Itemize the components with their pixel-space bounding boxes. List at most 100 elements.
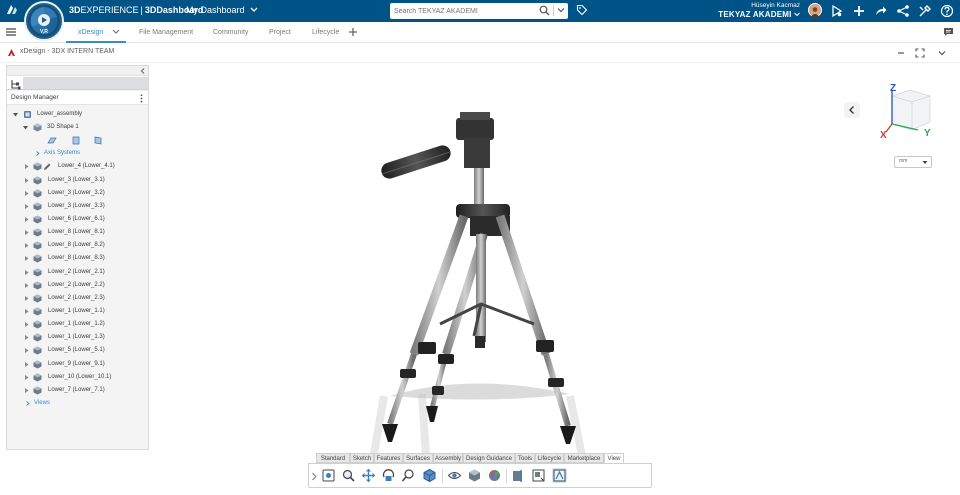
view-cube-icon[interactable]: [422, 468, 437, 483]
tree-row-part[interactable]: Lower_1 (Lower_1.3): [7, 331, 148, 344]
chevron-right-icon[interactable]: [25, 401, 30, 406]
action-tab-lifecycle[interactable]: Lifecycle: [535, 453, 564, 463]
render-style-icon[interactable]: [467, 468, 482, 483]
plus-icon[interactable]: [852, 4, 866, 18]
tab-community[interactable]: Community: [213, 22, 248, 43]
tree-row-part[interactable]: Lower_3 (Lower_3.3): [7, 200, 148, 213]
ds-logo-icon[interactable]: [4, 2, 22, 20]
expand-toggle-icon[interactable]: [24, 177, 29, 183]
tree-row-part[interactable]: Lower_8 (Lower_8.1): [7, 226, 148, 239]
action-tab-standard[interactable]: Standard: [316, 453, 350, 463]
expand-toggle-icon[interactable]: [24, 243, 29, 249]
add-tab-icon[interactable]: [348, 27, 358, 37]
compass-view-icon[interactable]: [552, 468, 567, 483]
expand-toggle-icon[interactable]: [24, 335, 29, 341]
rotate-icon[interactable]: [381, 468, 396, 483]
action-tab-surfaces[interactable]: Surfaces: [403, 453, 433, 463]
tree-row-part[interactable]: Lower_2 (Lower_2.1): [7, 266, 148, 279]
expand-toggle-icon[interactable]: [24, 256, 29, 262]
action-tab-view[interactable]: View: [604, 453, 624, 463]
avatar[interactable]: [808, 3, 822, 17]
action-tab-design-guidance[interactable]: Design Guidance: [463, 453, 515, 463]
fit-all-icon[interactable]: [321, 468, 336, 483]
tree-tab[interactable]: [9, 77, 23, 90]
search-icon[interactable]: [539, 5, 550, 16]
expand-toggle-icon[interactable]: [24, 203, 29, 209]
tree-row-part[interactable]: Lower_1 (Lower_1.2): [7, 318, 148, 331]
expand-toggle-icon[interactable]: [24, 216, 29, 222]
fullscreen-icon[interactable]: [915, 48, 925, 58]
tree-row-part[interactable]: Lower_8 (Lower_8.3): [7, 252, 148, 265]
user-info[interactable]: Hüseyin Kacmaz TEKYAZ AKADEMI: [718, 2, 800, 20]
expand-toggle-icon[interactable]: [24, 190, 29, 196]
share-icon[interactable]: [830, 4, 844, 18]
tab-project[interactable]: Project: [269, 22, 291, 43]
pan-icon[interactable]: [361, 468, 376, 483]
expand-toggle-icon[interactable]: [24, 282, 29, 288]
tools-icon[interactable]: [918, 4, 932, 18]
nav-back-button[interactable]: [844, 102, 860, 118]
compass-button[interactable]: V,R: [24, 1, 64, 41]
search-box[interactable]: [390, 3, 568, 19]
chevron-left-icon[interactable]: [140, 68, 145, 74]
expand-toggle-icon[interactable]: [23, 125, 28, 130]
expand-toggle-icon[interactable]: [24, 308, 29, 314]
tree-row-shape[interactable]: 3D Shape 1: [7, 121, 148, 134]
tree-row-root[interactable]: Lower_assembly: [7, 108, 148, 121]
tree-row-part[interactable]: Lower_9 (Lower_9.1): [7, 358, 148, 371]
action-tab-assembly[interactable]: Assembly: [433, 453, 463, 463]
plane-zx-icon[interactable]: [93, 136, 103, 145]
expand-toggle-icon[interactable]: [24, 295, 29, 301]
tree-row-part[interactable]: Lower_2 (Lower_2.3): [7, 292, 148, 305]
chevron-down-icon[interactable]: [112, 29, 120, 35]
expand-toggle-icon[interactable]: [24, 361, 29, 367]
zoom-area-icon[interactable]: [401, 468, 416, 483]
3d-viewport[interactable]: [150, 64, 960, 495]
zoom-icon[interactable]: [341, 468, 356, 483]
plane-xy-icon[interactable]: [47, 136, 57, 145]
tree-row-part[interactable]: Lower_5 (Lower_5.1): [7, 344, 148, 357]
chevron-right-icon[interactable]: [35, 151, 40, 157]
tree-row-views[interactable]: Views: [7, 397, 148, 410]
forward-icon[interactable]: [874, 4, 888, 18]
tree-row-part[interactable]: Lower_6 (Lower_6.1): [7, 213, 148, 226]
tab-xdesign[interactable]: xDesign: [66, 22, 126, 43]
view-mode-icon[interactable]: [531, 468, 546, 483]
plane-yz-icon[interactable]: [71, 136, 81, 145]
grip-icon[interactable]: [312, 472, 317, 481]
tree-row-part[interactable]: Lower_10 (Lower_10.1): [7, 371, 148, 384]
expand-toggle-icon[interactable]: [24, 269, 29, 275]
minimize-icon[interactable]: [896, 48, 906, 58]
dashboard-selector[interactable]: My Dashboard: [186, 5, 258, 15]
expand-toggle-icon[interactable]: [24, 348, 29, 354]
panel-collapse-bar[interactable]: [7, 66, 148, 76]
expand-toggle-icon[interactable]: [24, 164, 29, 170]
tree-row-axis-systems[interactable]: Axis Systems: [7, 147, 148, 160]
tree-row-part[interactable]: Lower_3 (Lower_3.1): [7, 174, 148, 187]
visibility-icon[interactable]: [447, 468, 462, 483]
search-input[interactable]: [394, 5, 534, 17]
hamburger-menu-icon[interactable]: [6, 27, 16, 37]
chat-icon[interactable]: [943, 27, 954, 37]
tree-row-part[interactable]: Lower_8 (Lower_8.2): [7, 239, 148, 252]
expand-toggle-icon[interactable]: [24, 387, 29, 393]
appearance-icon[interactable]: [487, 468, 502, 483]
tree-row-part[interactable]: Lower_3 (Lower_3.2): [7, 187, 148, 200]
expand-toggle-icon[interactable]: [13, 112, 18, 117]
expand-toggle-icon[interactable]: [24, 322, 29, 328]
action-tab-sketch[interactable]: Sketch: [350, 453, 374, 463]
orientation-triad[interactable]: Z X Y: [878, 80, 934, 141]
unit-selector[interactable]: mm: [894, 156, 932, 168]
tree-row-part[interactable]: Lower_1 (Lower_1.1): [7, 305, 148, 318]
chevron-down-icon[interactable]: [937, 48, 947, 58]
tag-icon[interactable]: [576, 4, 588, 16]
tab-lifecycle[interactable]: Lifecycle: [312, 22, 339, 43]
tree-row-part[interactable]: Lower_2 (Lower_2.2): [7, 279, 148, 292]
action-tab-features[interactable]: Features: [374, 453, 403, 463]
action-tab-marketplace[interactable]: Marketplace: [564, 453, 604, 463]
section-icon[interactable]: [511, 468, 526, 483]
tree-row-part[interactable]: Lower_4 (Lower_4.1): [7, 160, 148, 173]
search-options-chevron-icon[interactable]: [557, 6, 565, 14]
expand-toggle-icon[interactable]: [24, 374, 29, 380]
tripod-model[interactable]: [360, 104, 620, 464]
